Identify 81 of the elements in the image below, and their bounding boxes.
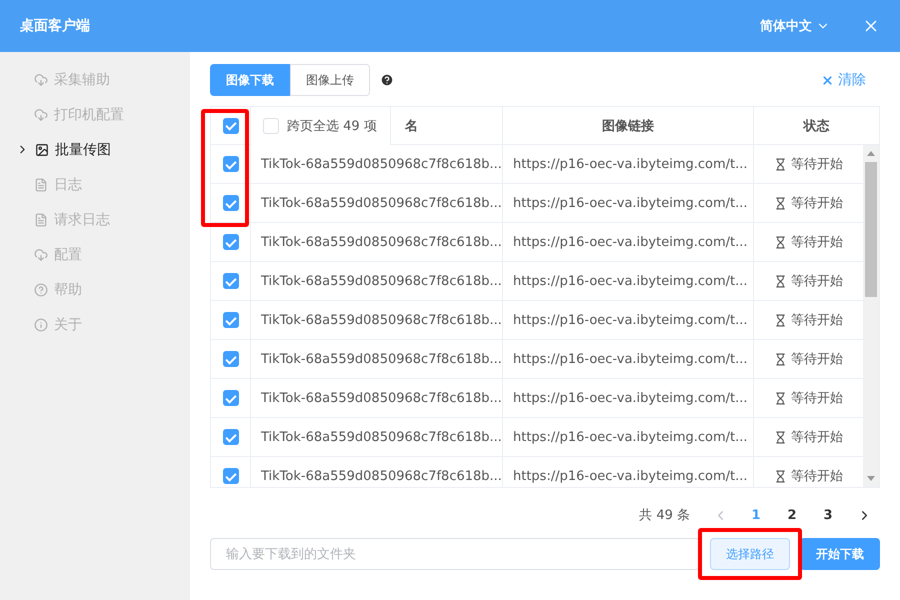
hourglass-icon bbox=[774, 392, 787, 404]
sidebar-item[interactable]: 打印机配置 bbox=[0, 97, 190, 132]
document-icon bbox=[34, 212, 48, 226]
info-icon bbox=[34, 318, 48, 332]
cloud-download-icon bbox=[34, 72, 48, 86]
hourglass-icon bbox=[774, 352, 787, 366]
close-icon bbox=[821, 74, 834, 86]
checkbox[interactable] bbox=[222, 234, 238, 250]
status-text: 等待开始 bbox=[791, 312, 843, 329]
table-cell: https://p16-oec-va.ibyteimg.com/t... bbox=[513, 196, 748, 210]
table-cell: https://p16-oec-va.ibyteimg.com/t... bbox=[513, 430, 748, 444]
page-number[interactable]: 1 bbox=[740, 508, 772, 522]
table-cell: https://p16-oec-va.ibyteimg.com/t... bbox=[513, 234, 748, 250]
table-cell: TikTok-68a559d0850968c7f8c618b... bbox=[261, 196, 502, 210]
sidebar-item[interactable]: 关于 bbox=[0, 307, 190, 342]
page-number[interactable]: 3 bbox=[812, 508, 844, 522]
help-icon bbox=[34, 282, 48, 296]
checkbox[interactable] bbox=[222, 273, 238, 289]
table-cell: TikTok-68a559d0850968c7f8c618b... bbox=[261, 274, 502, 288]
checkbox[interactable] bbox=[222, 390, 238, 406]
sidebar-item[interactable]: 日志 bbox=[0, 167, 190, 202]
sidebar-item[interactable]: 采集辅助 bbox=[0, 62, 190, 97]
table-cell: https://p16-oec-va.ibyteimg.com/t... bbox=[513, 390, 748, 406]
table-cell: TikTok-68a559d0850968c7f8c618b... bbox=[261, 234, 502, 250]
table-cell: TikTok-68a559d0850968c7f8c618b... bbox=[261, 430, 502, 444]
column-header: 状态 bbox=[804, 118, 830, 134]
select-all-label[interactable]: 跨页全选 49 项 bbox=[287, 117, 377, 135]
hourglass-icon bbox=[774, 430, 787, 444]
checkbox[interactable] bbox=[222, 351, 238, 367]
cloud-download-icon bbox=[34, 108, 48, 122]
status-text: 等待开始 bbox=[791, 351, 843, 368]
hourglass-icon bbox=[774, 314, 787, 326]
window-title: 桌面客户端 bbox=[20, 17, 91, 35]
checkbox[interactable] bbox=[222, 118, 238, 134]
hourglass-icon bbox=[774, 158, 787, 170]
sidebar-item[interactable]: 请求日志 bbox=[0, 202, 190, 237]
sidebar-item[interactable]: 批量传图 bbox=[0, 132, 190, 167]
sidebar-item[interactable]: 帮助 bbox=[0, 272, 190, 307]
checkbox[interactable] bbox=[222, 195, 238, 211]
clear-button[interactable]: 清除 bbox=[821, 71, 880, 89]
table-cell: TikTok-68a559d0850968c7f8c618b... bbox=[261, 390, 502, 406]
column-header: 图像链接 bbox=[602, 118, 654, 134]
checkbox[interactable] bbox=[222, 156, 238, 172]
status-text: 等待开始 bbox=[791, 273, 843, 290]
choose-path-button[interactable]: 选择路径 bbox=[710, 538, 790, 570]
table-cell: TikTok-68a559d0850968c7f8c618b... bbox=[261, 312, 502, 328]
image-icon bbox=[35, 142, 49, 156]
tab[interactable]: 图像上传 bbox=[290, 64, 370, 96]
scrollbar[interactable] bbox=[863, 145, 879, 487]
status-text: 等待开始 bbox=[791, 234, 843, 251]
checkbox[interactable] bbox=[222, 312, 238, 328]
table-cell: TikTok-68a559d0850968c7f8c618b... bbox=[261, 156, 502, 172]
language-selector[interactable]: 简体中文 bbox=[760, 17, 830, 35]
table-cell: TikTok-68a559d0850968c7f8c618b... bbox=[261, 468, 502, 484]
total-count: 共 49 条 bbox=[639, 507, 690, 524]
table-cell: https://p16-oec-va.ibyteimg.com/t... bbox=[513, 274, 748, 288]
hourglass-icon bbox=[774, 470, 787, 482]
status-text: 等待开始 bbox=[791, 390, 843, 407]
hourglass-icon bbox=[774, 236, 787, 248]
page-number[interactable]: 2 bbox=[776, 508, 808, 522]
start-download-button[interactable]: 开始下载 bbox=[800, 538, 880, 570]
status-text: 等待开始 bbox=[791, 468, 843, 485]
status-text: 等待开始 bbox=[791, 156, 843, 173]
checkbox[interactable] bbox=[222, 468, 238, 484]
table-cell: TikTok-68a559d0850968c7f8c618b... bbox=[261, 352, 502, 366]
table-cell: https://p16-oec-va.ibyteimg.com/t... bbox=[513, 312, 748, 328]
hourglass-icon bbox=[774, 274, 787, 288]
folder-field[interactable]: 输入要下载到的文件夹 bbox=[210, 538, 700, 570]
hourglass-icon bbox=[774, 196, 787, 210]
status-text: 等待开始 bbox=[791, 195, 843, 212]
column-header: 名 bbox=[405, 118, 418, 134]
status-text: 等待开始 bbox=[791, 429, 843, 446]
help-icon[interactable] bbox=[380, 73, 394, 87]
table-cell: https://p16-oec-va.ibyteimg.com/t... bbox=[513, 156, 748, 172]
document-icon bbox=[34, 178, 48, 192]
tab[interactable]: 图像下载 bbox=[210, 64, 290, 96]
cloud-download-icon bbox=[34, 248, 48, 262]
checkbox[interactable] bbox=[222, 429, 238, 445]
sidebar-item[interactable]: 配置 bbox=[0, 237, 190, 272]
table-cell: https://p16-oec-va.ibyteimg.com/t... bbox=[513, 352, 748, 366]
table-cell: https://p16-oec-va.ibyteimg.com/t... bbox=[513, 468, 748, 484]
